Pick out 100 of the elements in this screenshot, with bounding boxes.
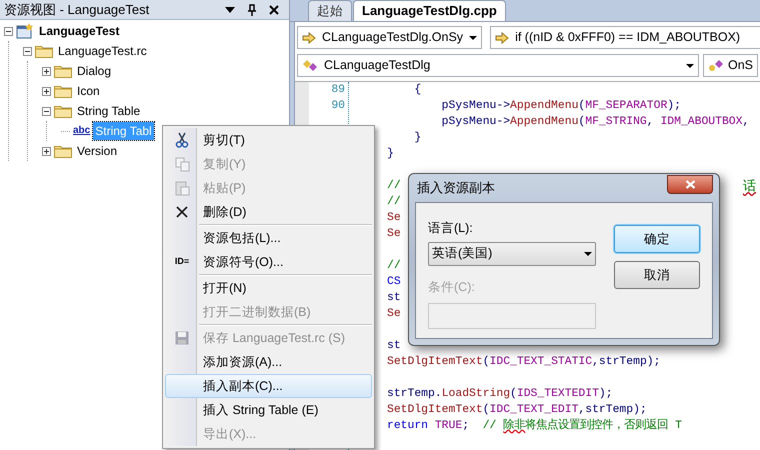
- language-label: 语言(L):: [428, 220, 474, 237]
- class-icon: [302, 58, 318, 72]
- menu-item[interactable]: 添加资源(A)...: [165, 350, 372, 374]
- close-button[interactable]: [667, 174, 713, 194]
- code-token: TRUE: [434, 420, 462, 432]
- menu-item[interactable]: ID= 资源符号(O)...: [165, 250, 372, 274]
- code-token: MF_STRING: [585, 116, 647, 128]
- copy-icon: [174, 156, 190, 172]
- code-token: }: [413, 132, 422, 144]
- folder-icon: [54, 144, 72, 158]
- tree-item[interactable]: String Table: [75, 102, 142, 120]
- code-token: }: [387, 148, 394, 160]
- code-token: strTemp.: [387, 388, 442, 400]
- menu-item[interactable]: 删除(D): [165, 200, 372, 224]
- code-token: ,: [646, 116, 655, 128]
- caret-icon: [584, 252, 592, 256]
- tree-item[interactable]: Version: [75, 142, 120, 160]
- code-token: //: [482, 420, 498, 432]
- collapse-icon[interactable]: [23, 46, 32, 56]
- code-token: );: [667, 100, 681, 112]
- scissors-icon: [175, 132, 189, 148]
- code-token: st: [387, 340, 401, 352]
- collapse-icon[interactable]: [4, 26, 13, 36]
- id-icon: ID=: [174, 255, 190, 269]
- tree-item[interactable]: Dialog: [75, 62, 114, 80]
- code-token: CS: [387, 276, 401, 288]
- menu-item[interactable]: 资源包括(L)...: [165, 226, 372, 250]
- condition-label: 条件(C):: [428, 278, 476, 296]
- string-resource-icon: abc: [73, 126, 90, 136]
- code-token: SetDlgItemText: [387, 356, 483, 368]
- code-token: pSysMenu->: [440, 100, 510, 112]
- code-token: (: [510, 388, 517, 400]
- folder-icon: [54, 64, 72, 78]
- code-token: SetDlgItemText: [387, 404, 483, 416]
- statement-dropdown[interactable]: if ((nID & 0xFFF0) == IDM_ABOUTBOX): [490, 26, 760, 49]
- code-token: ;: [462, 420, 470, 432]
- scope-dropdown[interactable]: CLanguageTestDlg.OnSy: [297, 26, 482, 49]
- code-token: AppendMenu: [510, 116, 578, 128]
- collapse-icon[interactable]: [42, 106, 51, 116]
- code-token: ,: [742, 116, 750, 128]
- member-dropdown[interactable]: OnS: [702, 54, 758, 77]
- class-dropdown[interactable]: CLanguageTestDlg: [297, 54, 699, 77]
- menu-item[interactable]: 剪切(T): [165, 128, 372, 152]
- expand-icon[interactable]: [42, 66, 51, 76]
- code-token: IDS_TEXTEDIT: [516, 388, 599, 400]
- code-token: ,strTemp);: [578, 404, 647, 416]
- code-token: pSysMenu->: [440, 116, 510, 128]
- code-token: (: [578, 116, 586, 128]
- folder-icon: [35, 44, 53, 58]
- code-token: //: [387, 180, 401, 192]
- tree-item[interactable]: LanguageTest.rc: [56, 42, 149, 60]
- close-icon[interactable]: [269, 4, 279, 14]
- code-token: MF_SEPARATOR: [585, 100, 668, 112]
- document-tab[interactable]: 起始: [308, 0, 352, 21]
- tree-item[interactable]: LanguageTest: [37, 22, 122, 40]
- document-tab[interactable]: LanguageTestDlg.cpp: [353, 0, 506, 21]
- pin-icon[interactable]: [247, 4, 257, 16]
- arrow-icon: [495, 32, 510, 44]
- code-token: IDC_TEXT_STATIC: [490, 356, 592, 368]
- dialog-button[interactable]: 取消: [614, 261, 700, 289]
- code-token: LoadString: [442, 388, 510, 400]
- line-number: 90: [331, 100, 345, 112]
- code-token: 除非: [503, 420, 526, 432]
- code-token: AppendMenu: [510, 100, 578, 112]
- caret-icon: [469, 36, 478, 40]
- arrow-icon: [302, 32, 316, 44]
- dropdown-icon[interactable]: [225, 6, 235, 12]
- code-token: (: [482, 356, 490, 368]
- code-token: IDC_TEXT_EDIT: [490, 404, 578, 416]
- code-token: Se: [387, 228, 401, 240]
- close-icon: [176, 206, 188, 218]
- project-icon: [16, 23, 34, 39]
- code-token: return: [387, 420, 428, 432]
- code-token: );: [598, 388, 613, 400]
- dialog-button[interactable]: 确定: [614, 225, 700, 253]
- folder-icon: [54, 84, 72, 98]
- folder-icon: [54, 104, 72, 118]
- code-token: Se: [387, 212, 401, 224]
- panel-title: 资源视图 - LanguageTest: [4, 0, 150, 19]
- code-token: (: [482, 404, 490, 416]
- menu-item[interactable]: 打开(N): [165, 276, 372, 300]
- expand-icon[interactable]: [42, 86, 51, 96]
- menu-item[interactable]: 插入副本(C)...: [165, 374, 372, 398]
- code-token: 话: [743, 178, 756, 193]
- code-token: st: [387, 292, 401, 304]
- menu-item[interactable]: 插入 String Table (E): [165, 398, 372, 422]
- expand-icon[interactable]: [42, 146, 51, 156]
- tree-item[interactable]: Icon: [75, 82, 102, 100]
- code-token: IDM_ABOUTBOX: [660, 116, 742, 128]
- code-token: //: [387, 196, 401, 208]
- language-select[interactable]: 英语(美国): [428, 242, 596, 266]
- code-token: //: [387, 260, 401, 272]
- close-icon: [684, 180, 696, 188]
- code-token: ,strTemp);: [592, 356, 660, 368]
- code-token: Se: [387, 308, 401, 320]
- line-number: 89: [331, 84, 345, 96]
- dialog-title: 插入资源副本: [416, 179, 496, 198]
- code-token: (: [578, 100, 586, 112]
- method-icon: [708, 58, 724, 72]
- caret-icon: [686, 64, 694, 68]
